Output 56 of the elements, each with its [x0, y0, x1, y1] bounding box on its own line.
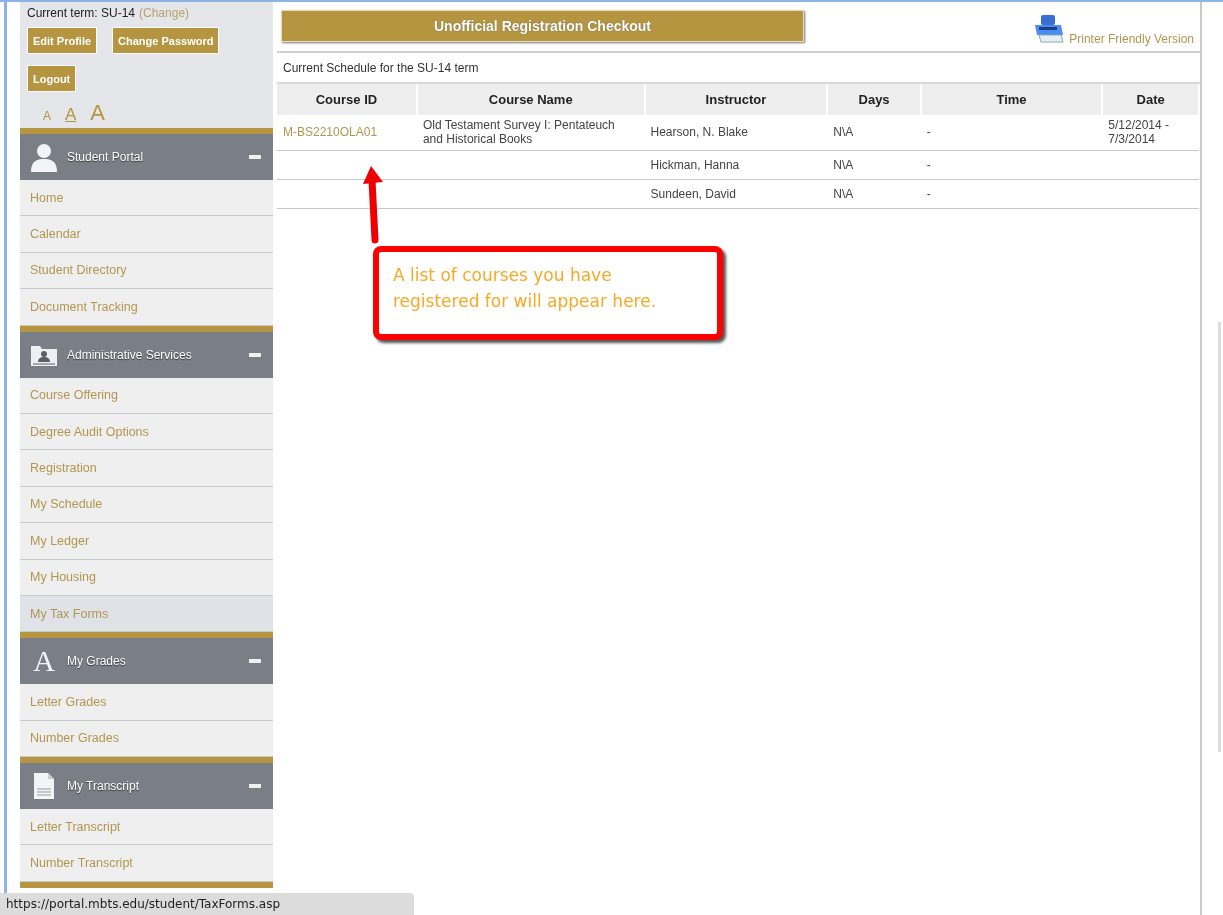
font-size-option[interactable]: A — [90, 100, 106, 126]
collapse-icon[interactable] — [249, 659, 261, 664]
sidebar-item[interactable]: Letter Grades — [20, 684, 273, 721]
column-header: Course Name — [416, 84, 645, 115]
column-header: Days — [827, 84, 921, 115]
section-header[interactable]: A My Grades — [20, 638, 273, 685]
sidebar-item[interactable]: Calendar — [20, 216, 273, 253]
person-icon — [29, 142, 59, 172]
section-header[interactable]: My Transcript — [20, 763, 273, 810]
sidebar-item[interactable]: Student Directory — [20, 252, 273, 290]
collapse-icon[interactable] — [249, 352, 261, 357]
sidebar-item[interactable]: My Schedule — [20, 486, 273, 524]
sidebar-item[interactable]: Number Transcript — [20, 845, 273, 882]
account-button[interactable]: Edit Profile — [27, 27, 98, 54]
sidebar-item[interactable]: Letter Transcript — [20, 809, 273, 846]
sidebar-item[interactable]: Number Grades — [20, 720, 273, 758]
font-size-option[interactable]: A — [43, 109, 51, 123]
table-cell: - — [926, 125, 931, 139]
table-cell: N\A — [833, 186, 854, 201]
section-header[interactable]: Student Portal — [20, 134, 273, 180]
account-button[interactable]: Change Password — [112, 27, 220, 54]
sidebar-item[interactable]: Registration — [20, 450, 273, 487]
printer-icon[interactable] — [1033, 14, 1066, 44]
column-header: Time — [920, 84, 1103, 115]
table-cell: - — [926, 157, 931, 172]
sidebar-item[interactable]: My Tax Forms — [20, 595, 273, 633]
document-icon — [33, 772, 55, 801]
sidebar-item[interactable]: Course Offering — [20, 377, 273, 414]
table-cell: N\A — [833, 125, 854, 139]
table-cell: Old Testament Survey I: Pentateuch and Historical Books — [422, 118, 615, 146]
sidebar-item[interactable]: My Housing — [20, 559, 273, 596]
status-url: https://portal.mbts.edu/student/TaxForms.asp — [0, 893, 415, 915]
sidebar-item[interactable]: Document Tracking — [20, 289, 273, 326]
printer-friendly-link[interactable]: Printer Friendly Version — [1069, 32, 1194, 46]
column-header: Date — [1102, 84, 1199, 115]
font-size-option[interactable]: A — [65, 105, 77, 125]
sidebar-item[interactable]: Home — [20, 180, 273, 217]
collapse-icon[interactable] — [249, 784, 261, 789]
section-header[interactable]: Administrative Services — [20, 331, 273, 378]
account-button[interactable]: Logout — [27, 65, 77, 92]
table-cell: 5/12/2014 - 7/3/2014 — [1108, 118, 1170, 146]
table-cell: Sundeen, David — [650, 186, 736, 201]
course-id-link[interactable]: M-BS2210OLA01 — [283, 125, 378, 139]
table-cell: Hickman, Hanna — [650, 157, 740, 172]
sidebar-item[interactable]: Degree Audit Options — [20, 413, 273, 451]
table-cell: - — [926, 186, 931, 201]
letter-icon: A — [33, 646, 55, 677]
change-term-link[interactable]: (Change) — [139, 6, 190, 20]
page-title-banner: Unofficial Registration Checkout — [281, 10, 804, 42]
sidebar-item[interactable]: My Ledger — [20, 523, 273, 560]
table-cell: N\A — [833, 157, 854, 172]
column-header: Course ID — [277, 84, 417, 115]
column-header: Instructor — [644, 84, 828, 115]
table-cell: Hearson, N. Blake — [650, 125, 748, 139]
callout-note: A list of courses you have registered for will appear here. — [373, 246, 723, 340]
current-term-label: Current term: SU-14 — [27, 6, 136, 20]
